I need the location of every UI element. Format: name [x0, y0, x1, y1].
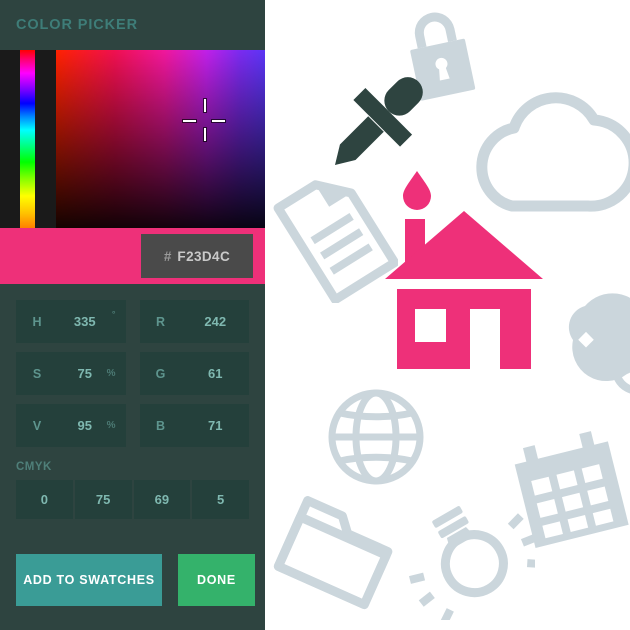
palette-icon [568, 293, 630, 394]
document-icon [273, 180, 398, 303]
green-field[interactable]: G 61 [139, 352, 249, 395]
red-field[interactable]: R 242 [139, 300, 249, 343]
key-black-field[interactable]: 5 [192, 480, 249, 519]
hex-value: F23D4C [177, 248, 231, 264]
crosshair-cursor[interactable] [183, 99, 225, 141]
done-button[interactable]: DONE [178, 554, 255, 606]
red-value: 242 [204, 314, 227, 329]
color-drop-icon [403, 171, 431, 210]
add-to-swatches-button[interactable]: ADD TO SWATCHES [16, 554, 162, 606]
green-label: G [155, 366, 166, 381]
house-icon [385, 211, 543, 369]
globe-icon [328, 389, 424, 485]
hue-slider[interactable] [20, 50, 35, 228]
saturation-field[interactable]: S 75 % [16, 352, 126, 395]
red-label: R [155, 314, 166, 329]
hue-label: H [32, 314, 42, 329]
illustration-panel [265, 0, 630, 630]
page-title: COLOR PICKER [16, 17, 138, 33]
saturation-value-field[interactable] [56, 50, 265, 228]
cmyk-row: 0 75 69 5 [16, 480, 249, 519]
crosshair-left-arm [183, 120, 196, 122]
hex-hash-symbol: # [163, 248, 172, 264]
hue-unit: ° [111, 309, 116, 319]
cmyk-section: CMYK 0 75 69 5 [0, 447, 265, 519]
cmyk-label: CMYK [16, 461, 52, 473]
green-value: 61 [208, 366, 223, 381]
saturation-label: S [32, 366, 42, 381]
value-field[interactable]: V 95 % [16, 404, 126, 447]
cloud-icon [476, 92, 630, 212]
cyan-field[interactable]: 0 [16, 480, 73, 519]
yellow-field[interactable]: 69 [133, 480, 191, 519]
hex-input[interactable]: # F23D4C [141, 234, 253, 278]
blue-value: 71 [208, 418, 223, 433]
crosshair-right-arm [212, 120, 225, 122]
magenta-field[interactable]: 75 [74, 480, 132, 519]
panel-header: COLOR PICKER [0, 0, 265, 50]
saturation-unit: % [106, 368, 116, 379]
crosshair-top-arm [204, 99, 206, 112]
gradient-area [0, 50, 265, 228]
button-row: ADD TO SWATCHES DONE [16, 554, 255, 606]
blue-label: B [155, 418, 166, 433]
color-fields-grid: H 335 ° R 242 S 75 % G 61 V 95 % B 71 [0, 284, 265, 447]
hue-field[interactable]: H 335 ° [16, 300, 126, 343]
calendar-icon [514, 431, 629, 549]
crosshair-bottom-arm [204, 128, 206, 141]
blue-field[interactable]: B 71 [139, 404, 249, 447]
value-unit: % [106, 420, 116, 431]
color-preview-bar: # F23D4C [0, 228, 265, 284]
color-picker-panel: COLOR PICKER # F23D4C H 335 ° R 242 S 75… [0, 0, 265, 630]
folder-icon [273, 496, 393, 610]
value-label: V [32, 418, 42, 433]
